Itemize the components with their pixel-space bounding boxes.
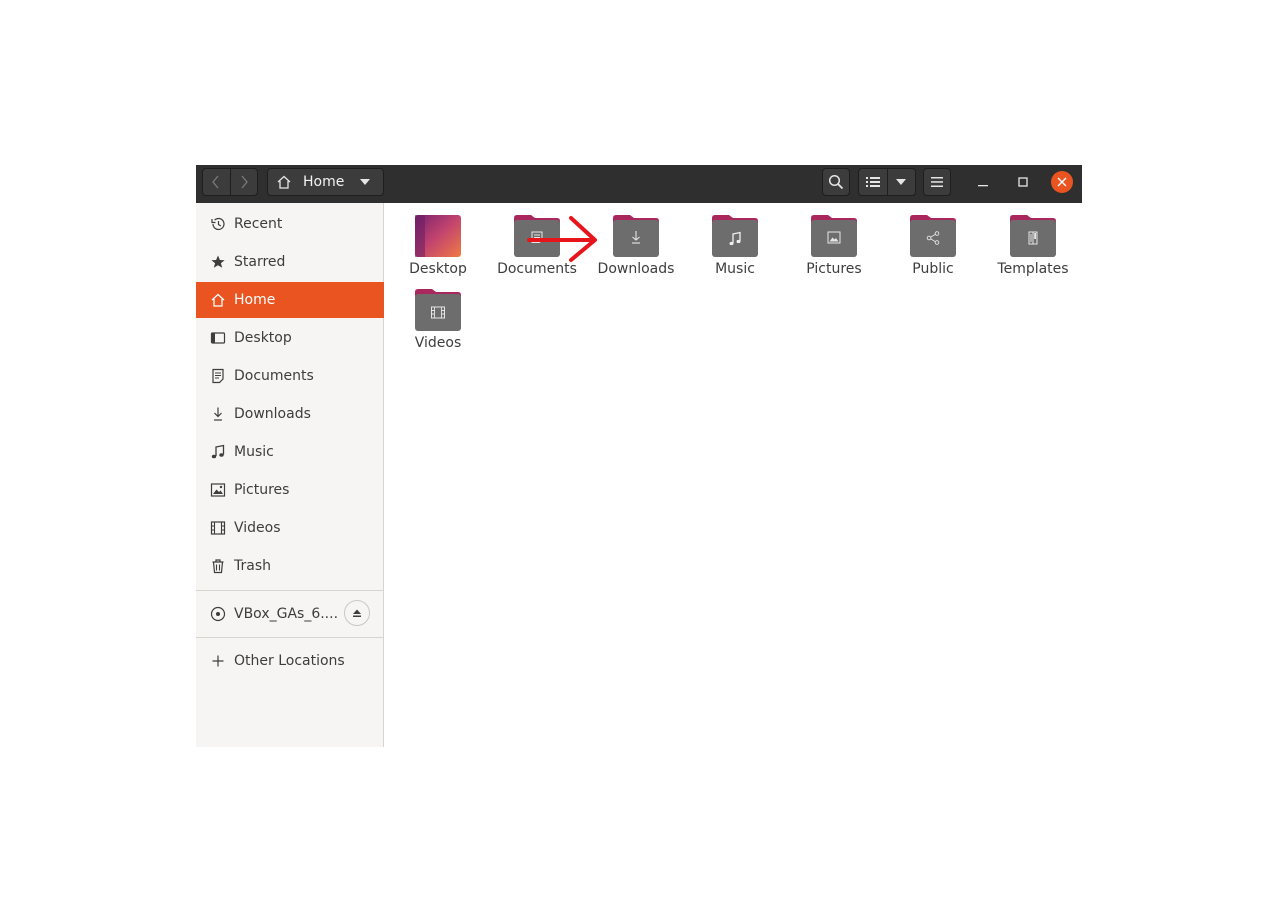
path-bar-home-button[interactable]: Home — [267, 168, 384, 196]
file-name: Videos — [414, 335, 462, 351]
chevron-left-icon — [212, 175, 219, 189]
sidebar-item-label: Documents — [234, 368, 314, 384]
list-view-icon — [865, 177, 880, 187]
forward-button[interactable] — [229, 169, 258, 195]
home-icon — [210, 292, 226, 308]
sidebar-item-pictures[interactable]: Pictures — [196, 472, 384, 508]
chevron-right-icon — [241, 175, 248, 189]
sidebar-item-other-locations[interactable]: Other Locations — [196, 643, 384, 679]
close-icon — [1057, 177, 1067, 187]
desktop-icon — [210, 330, 226, 346]
sidebar-item-home[interactable]: Home — [196, 282, 384, 318]
path-label: Home — [303, 174, 345, 190]
plus-icon — [210, 653, 226, 669]
headerbar: Home — [196, 165, 1082, 203]
sidebar-item-label: Music — [234, 444, 274, 460]
sidebar: Recent Starred Home Desktop Documents Do… — [196, 203, 384, 747]
menu-button[interactable] — [923, 168, 951, 196]
downloads-folder-icon — [613, 215, 659, 257]
hamburger-menu-icon — [931, 177, 943, 187]
eject-icon — [353, 609, 361, 617]
sidebar-item-label: Videos — [234, 520, 281, 536]
trash-icon — [210, 558, 226, 574]
file-item-templates[interactable]: Templates — [985, 206, 1081, 277]
sidebar-item-label: Desktop — [234, 330, 292, 346]
sidebar-item-label: Other Locations — [234, 653, 345, 669]
home-icon — [277, 175, 291, 189]
sidebar-item-desktop[interactable]: Desktop — [196, 320, 384, 356]
recent-icon — [210, 216, 226, 232]
sidebar-item-label: Home — [234, 292, 276, 308]
templates-folder-icon — [1010, 215, 1056, 257]
videos-icon — [210, 520, 226, 536]
search-icon — [828, 174, 844, 190]
disc-icon — [210, 606, 226, 622]
sidebar-item-label: Downloads — [234, 406, 311, 422]
sidebar-item-label: VBox_GAs_6.... — [234, 606, 339, 622]
documents-icon — [210, 368, 226, 384]
sidebar-item-recent[interactable]: Recent — [196, 206, 384, 242]
sidebar-item-label: Pictures — [234, 482, 290, 498]
navigation-buttons — [202, 168, 258, 196]
file-item-public[interactable]: Public — [885, 206, 981, 277]
file-item-downloads[interactable]: Downloads — [588, 206, 684, 277]
music-icon — [210, 444, 226, 460]
file-icon-view: Desktop Documents Downloads Music Pictur… — [385, 203, 1082, 747]
sidebar-separator — [196, 637, 384, 638]
minimize-icon — [978, 185, 988, 187]
sidebar-item-music[interactable]: Music — [196, 434, 384, 470]
view-dropdown-button[interactable] — [886, 169, 916, 195]
sidebar-item-trash[interactable]: Trash — [196, 548, 384, 584]
sidebar-separator — [196, 590, 384, 591]
view-options — [858, 168, 916, 196]
sidebar-item-label: Starred — [234, 254, 286, 270]
star-icon — [210, 254, 226, 270]
maximize-button[interactable] — [1012, 171, 1034, 193]
videos-folder-icon — [415, 289, 461, 331]
sidebar-item-downloads[interactable]: Downloads — [196, 396, 384, 432]
sidebar-item-label: Trash — [234, 558, 271, 574]
public-folder-icon — [910, 215, 956, 257]
file-name: Public — [912, 261, 954, 277]
file-name: Templates — [997, 261, 1069, 277]
pictures-icon — [210, 482, 226, 498]
sidebar-item-documents[interactable]: Documents — [196, 358, 384, 394]
download-icon — [210, 406, 226, 422]
pictures-folder-icon — [811, 215, 857, 257]
desktop-folder-icon — [415, 215, 461, 257]
sidebar-item-videos[interactable]: Videos — [196, 510, 384, 546]
eject-button[interactable] — [344, 600, 370, 626]
file-manager-window: Home Recent Starred Home Desktop Documen… — [196, 165, 1082, 747]
chevron-down-icon — [896, 179, 907, 185]
file-item-music[interactable]: Music — [687, 206, 783, 277]
music-folder-icon — [712, 215, 758, 257]
file-item-desktop[interactable]: Desktop — [390, 206, 486, 277]
list-view-button[interactable] — [859, 169, 887, 195]
minimize-button[interactable] — [972, 171, 994, 193]
file-item-documents[interactable]: Documents — [489, 206, 585, 277]
sidebar-item-label: Recent — [234, 216, 283, 232]
close-button[interactable] — [1051, 171, 1073, 193]
chevron-down-icon — [360, 179, 371, 185]
file-item-videos[interactable]: Videos — [390, 280, 486, 351]
documents-folder-icon — [514, 215, 560, 257]
maximize-icon — [1018, 177, 1028, 187]
file-item-pictures[interactable]: Pictures — [786, 206, 882, 277]
search-button[interactable] — [822, 168, 850, 196]
sidebar-item-starred[interactable]: Starred — [196, 244, 384, 280]
sidebar-item-vbox-device[interactable]: VBox_GAs_6.... — [196, 596, 384, 632]
back-button[interactable] — [203, 169, 230, 195]
